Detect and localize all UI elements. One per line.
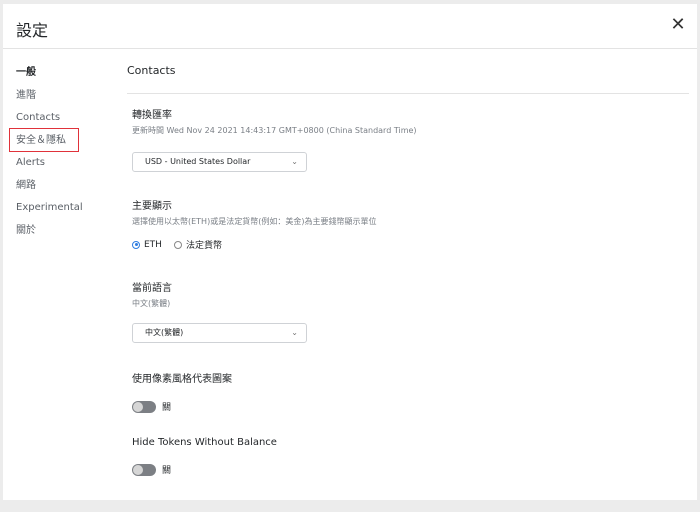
chevron-down-icon: ⌄ bbox=[291, 328, 298, 337]
hide-tokens-toggle-row: 關 bbox=[132, 463, 672, 476]
sidebar-item-alerts[interactable]: Alerts bbox=[16, 152, 116, 175]
eth-radio[interactable] bbox=[132, 240, 140, 249]
identicon-toggle-row: 關 bbox=[132, 400, 672, 413]
hide-tokens-title: Hide Tokens Without Balance bbox=[132, 437, 277, 448]
sidebar-item-networks[interactable]: 網路 bbox=[16, 175, 116, 198]
close-icon[interactable]: ✕ bbox=[669, 16, 687, 34]
content-title: Contacts bbox=[127, 48, 689, 94]
primary-radio-group: ETH 法定貨幣 bbox=[132, 238, 672, 251]
identicon-title: 使用像素風格代表圖案 bbox=[132, 374, 232, 385]
language-desc: 中文(繁體) bbox=[132, 299, 171, 308]
sidebar-item-experimental[interactable]: Experimental bbox=[16, 197, 116, 220]
chevron-down-icon: ⌄ bbox=[291, 157, 298, 166]
language-select-value: 中文(繁體) bbox=[145, 328, 184, 337]
settings-content: Contacts 轉換匯率 更新時間 Wed Nov 24 2021 14:43… bbox=[127, 48, 689, 476]
settings-panel: 設定 ✕ 一般 進階 Contacts 安全＆隱私 Alerts 網路 Expe… bbox=[3, 4, 697, 500]
identicon-section: 使用像素風格代表圖案 關 bbox=[132, 370, 672, 413]
toggle-knob bbox=[133, 464, 143, 475]
hide-tokens-toggle[interactable] bbox=[132, 463, 156, 476]
primary-section: 主要顯示 選擇使用以太幣(ETH)或是法定貨幣(例如：美金)為主要錢幣顯示單位 … bbox=[132, 197, 672, 251]
conversion-section: 轉換匯率 更新時間 Wed Nov 24 2021 14:43:17 GMT+0… bbox=[132, 106, 672, 172]
page-title: 設定 bbox=[16, 21, 49, 40]
language-select[interactable]: 中文(繁體) ⌄ bbox=[132, 323, 307, 343]
currency-select[interactable]: USD - United States Dollar ⌄ bbox=[132, 152, 307, 172]
eth-radio-label: ETH bbox=[144, 239, 162, 250]
identicon-toggle[interactable] bbox=[132, 400, 156, 413]
sidebar-item-general[interactable]: 一般 bbox=[16, 62, 116, 85]
language-section: 當前語言 中文(繁體) 中文(繁體) ⌄ bbox=[132, 279, 672, 343]
identicon-toggle-label: 關 bbox=[162, 403, 172, 413]
conversion-title: 轉換匯率 bbox=[132, 110, 172, 121]
sidebar-item-advanced[interactable]: 進階 bbox=[16, 85, 116, 108]
hide-tokens-section: Hide Tokens Without Balance 關 bbox=[132, 437, 672, 476]
sidebar-item-contacts[interactable]: Contacts bbox=[16, 107, 116, 130]
hide-tokens-toggle-label: 關 bbox=[162, 466, 172, 476]
currency-select-value: USD - United States Dollar bbox=[145, 157, 251, 166]
primary-desc: 選擇使用以太幣(ETH)或是法定貨幣(例如：美金)為主要錢幣顯示單位 bbox=[132, 217, 377, 226]
toggle-knob bbox=[133, 401, 143, 412]
conversion-desc: 更新時間 Wed Nov 24 2021 14:43:17 GMT+0800 (… bbox=[132, 126, 417, 135]
settings-header: 設定 ✕ bbox=[3, 4, 697, 49]
primary-title: 主要顯示 bbox=[132, 201, 172, 212]
sidebar-item-security-privacy[interactable]: 安全＆隱私 bbox=[16, 130, 116, 153]
sidebar-item-about[interactable]: 關於 bbox=[16, 220, 116, 243]
sidebar: 一般 進階 Contacts 安全＆隱私 Alerts 網路 Experimen… bbox=[16, 62, 116, 242]
fiat-radio[interactable] bbox=[173, 240, 182, 249]
fiat-radio-label: 法定貨幣 bbox=[185, 241, 222, 251]
language-title: 當前語言 bbox=[132, 283, 172, 294]
